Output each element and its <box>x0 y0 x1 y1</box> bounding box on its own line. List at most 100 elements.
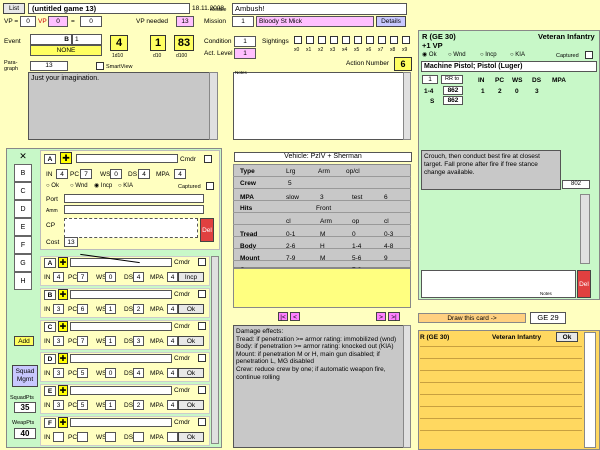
sub-unit-cmdr-checkbox[interactable] <box>198 258 206 266</box>
sub-unit-letter[interactable]: F <box>44 418 56 428</box>
event-number-field[interactable]: 1 <box>72 34 102 45</box>
sub-unit-pc-field[interactable]: 7 <box>77 336 88 346</box>
sub-unit-letter[interactable]: E <box>44 386 56 396</box>
event-b-field[interactable]: B <box>30 34 72 45</box>
sub-unit-pc-field[interactable]: 5 <box>77 368 88 378</box>
card-d1[interactable]: 862 <box>443 86 463 95</box>
sub-unit-status-button[interactable]: Ok <box>178 432 204 442</box>
sub-unit-pc-field[interactable]: 7 <box>77 272 88 282</box>
unit-a-in-field[interactable]: 4 <box>56 169 68 179</box>
unit-a-radio-wnd[interactable]: ○ Wnd <box>70 182 88 190</box>
vp-c-field[interactable]: 0 <box>80 16 102 27</box>
sub-unit-ws-field[interactable]: 0 <box>105 272 116 282</box>
sub-unit-mpa-field[interactable]: 4 <box>167 304 178 314</box>
sub-unit-name[interactable] <box>70 386 172 395</box>
unit-a-cmdr-checkbox[interactable] <box>204 155 212 163</box>
card-stat-a[interactable]: 1 <box>422 75 438 84</box>
sub-unit-ds-field[interactable]: 2 <box>133 400 144 410</box>
nav-next-button[interactable]: > <box>376 312 386 321</box>
mission-number-field[interactable]: 1 <box>232 16 254 27</box>
sub-unit-letter[interactable]: D <box>44 354 56 364</box>
sub-unit-in-field[interactable]: 3 <box>53 336 64 346</box>
squad-letter-d[interactable]: D <box>14 200 32 218</box>
sub-unit-ds-field[interactable]: 4 <box>133 368 144 378</box>
sub-unit-name[interactable] <box>70 418 172 427</box>
sub-unit-letter[interactable]: A <box>44 258 56 268</box>
card-captured-checkbox[interactable] <box>585 51 593 59</box>
unit-a-port-field[interactable] <box>64 194 204 203</box>
act-level-field[interactable]: 1 <box>234 48 256 59</box>
main-text-area[interactable]: Just your imagination. <box>28 72 218 140</box>
card-radio-kia[interactable]: ○ KIA <box>510 51 525 59</box>
paragraph-field[interactable]: 13 <box>30 61 68 71</box>
vp-b-field[interactable]: 0 <box>48 16 68 27</box>
sub-unit-mpa-field[interactable]: 4 <box>167 272 178 282</box>
sub-unit-in-field[interactable]: 3 <box>53 368 64 378</box>
sub-unit-status-button[interactable]: Ok <box>178 304 204 314</box>
sub-unit-ds-field[interactable]: 3 <box>133 336 144 346</box>
sighting-checkbox[interactable] <box>342 36 350 44</box>
game-title-field[interactable]: (untitled game 13) <box>28 3 190 14</box>
sub-unit-cmdr-checkbox[interactable] <box>198 386 206 394</box>
sub-unit-pc-field[interactable]: 5 <box>77 400 88 410</box>
unit-a-cp-field[interactable] <box>64 218 198 238</box>
unit-a-captured-checkbox[interactable] <box>206 182 214 190</box>
bottom-card-ok-button[interactable]: Ok <box>556 332 578 342</box>
squad-letter-h[interactable]: H <box>14 272 32 290</box>
unit-a-ds-field[interactable]: 4 <box>138 169 150 179</box>
sub-unit-ws-field[interactable]: 1 <box>105 304 116 314</box>
nav-first-button[interactable]: |< <box>278 312 288 321</box>
sighting-checkbox[interactable] <box>390 36 398 44</box>
squad-letter-g[interactable]: G <box>14 254 32 272</box>
unit-a-radio-kia[interactable]: ○ KIA <box>118 182 133 190</box>
sub-unit-in-field[interactable]: 4 <box>53 272 64 282</box>
damage-scrollbar[interactable] <box>403 325 411 448</box>
unit-a-name[interactable] <box>76 154 178 163</box>
card-radio-incp[interactable]: ○ Incp <box>480 51 497 59</box>
sighting-checkbox[interactable] <box>318 36 326 44</box>
draw-card-field[interactable]: GE 29 <box>530 312 566 324</box>
unit-a-radio-ok[interactable]: ○ Ok <box>46 182 59 190</box>
sub-unit-ws-field[interactable]: 1 <box>105 400 116 410</box>
sub-unit-pc-field[interactable]: 6 <box>77 304 88 314</box>
sub-unit-cmdr-checkbox[interactable] <box>198 322 206 330</box>
sighting-checkbox[interactable] <box>366 36 374 44</box>
sub-unit-mpa-field[interactable] <box>167 432 178 442</box>
sub-unit-letter[interactable]: C <box>44 322 56 332</box>
unit-a-delete-button[interactable]: Del <box>200 218 214 242</box>
card-radio-wnd[interactable]: ○ Wnd <box>448 51 466 59</box>
sighting-checkbox[interactable] <box>402 36 410 44</box>
sub-unit-cmdr-checkbox[interactable] <box>198 354 206 362</box>
smartview-checkbox[interactable] <box>96 62 104 70</box>
list-button[interactable]: List <box>3 3 25 14</box>
sub-unit-ds-field[interactable] <box>133 432 144 442</box>
unit-a-pc-field[interactable]: 7 <box>80 169 92 179</box>
unit-a-ws-field[interactable]: 0 <box>110 169 122 179</box>
card-radio-ok[interactable]: ◉ Ok <box>422 51 437 59</box>
mission-name-field[interactable]: Bloody St Mick <box>256 16 374 27</box>
sub-unit-status-button[interactable]: Ok <box>178 368 204 378</box>
condition-field[interactable]: 1 <box>234 36 256 47</box>
sighting-checkbox[interactable] <box>306 36 314 44</box>
sub-unit-letter[interactable]: B <box>44 290 56 300</box>
sub-unit-status-button[interactable]: Ok <box>178 400 204 410</box>
sub-unit-ws-field[interactable]: 0 <box>105 368 116 378</box>
nav-last-button[interactable]: >| <box>388 312 400 321</box>
unit-a-ammo-field[interactable] <box>64 205 204 214</box>
unit-a-cost-field[interactable]: 13 <box>64 237 78 247</box>
details-button[interactable]: Details <box>376 16 406 27</box>
unit-a-letter[interactable]: A <box>44 154 56 164</box>
vp-needed-field[interactable]: 13 <box>176 16 194 27</box>
sub-unit-in-field[interactable]: 3 <box>53 304 64 314</box>
squad-letter-b[interactable]: B <box>14 164 32 182</box>
sighting-checkbox[interactable] <box>354 36 362 44</box>
card-desc-scrollbar[interactable] <box>580 194 590 264</box>
sub-unit-in-field[interactable]: 3 <box>53 400 64 410</box>
sub-unit-ds-field[interactable]: 2 <box>133 304 144 314</box>
nav-prev-button[interactable]: < <box>290 312 300 321</box>
sub-unit-ws-field[interactable]: 1 <box>105 336 116 346</box>
sub-unit-mpa-field[interactable]: 4 <box>167 368 178 378</box>
unit-a-radio-incp[interactable]: ◉ Incp <box>94 182 112 190</box>
card-d2[interactable]: 862 <box>443 96 463 105</box>
draw-card-button[interactable]: Draw this card -> <box>418 313 526 323</box>
